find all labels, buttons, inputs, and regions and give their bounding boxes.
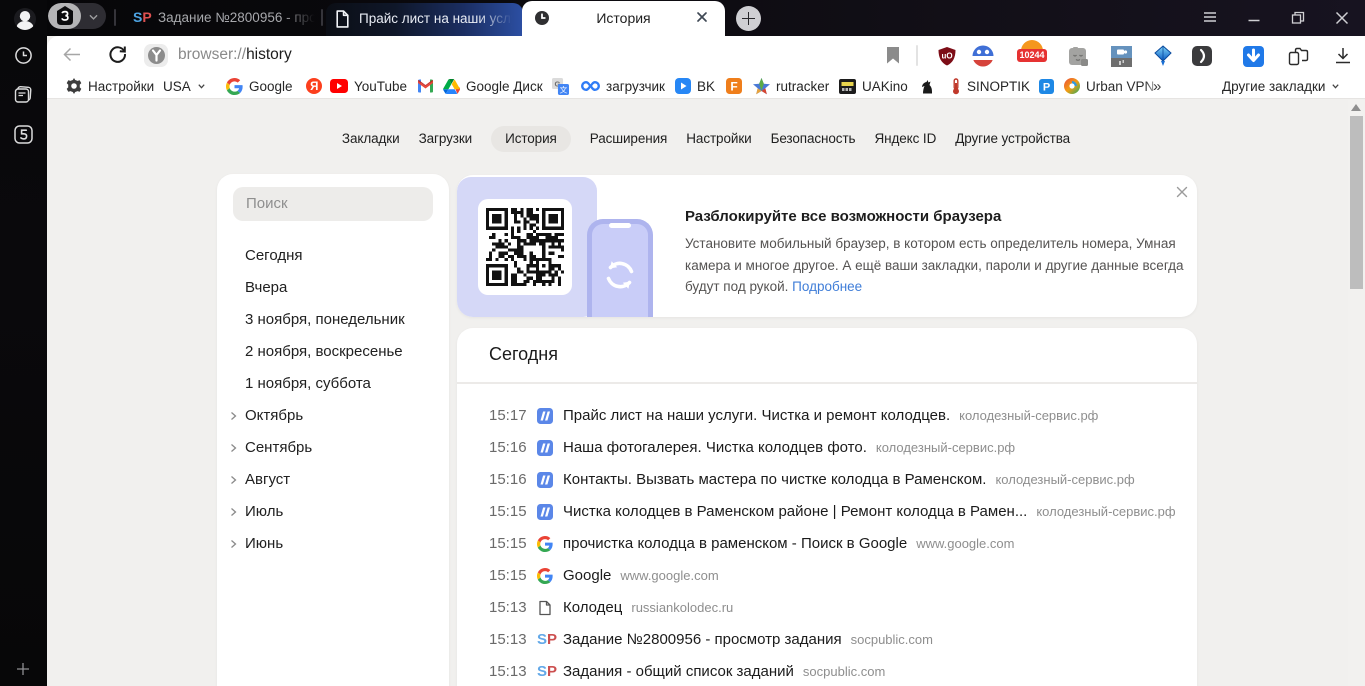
svg-text:P: P — [1043, 81, 1050, 93]
svg-text:文: 文 — [560, 84, 568, 94]
svg-text:Я: Я — [310, 81, 318, 93]
svg-text:F: F — [730, 80, 737, 94]
svg-text:uO: uO — [941, 52, 952, 61]
